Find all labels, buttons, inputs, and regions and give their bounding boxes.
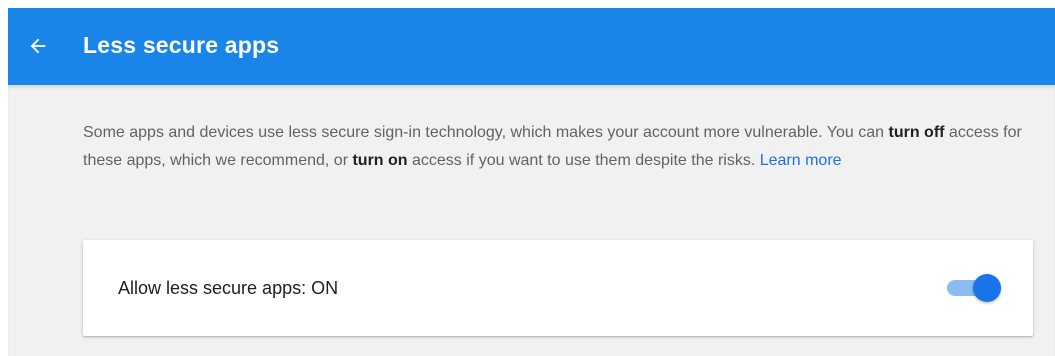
back-button[interactable] [22,30,54,62]
turn-on-emphasis: turn on [352,152,408,169]
description-part-3: access if you want to use them despite t… [407,152,760,169]
learn-more-link[interactable]: Learn more [760,152,842,169]
setting-card: Allow less secure apps: ON [83,240,1033,336]
allow-less-secure-apps-label: Allow less secure apps: ON [118,278,339,298]
description-text: Some apps and devices use less secure si… [83,119,1033,175]
description-part-1: Some apps and devices use less secure si… [83,124,889,141]
toggle-thumb [973,274,1001,302]
turn-off-emphasis: turn off [888,124,945,141]
app-bar: Less secure apps [8,8,1055,85]
allow-less-secure-apps-toggle[interactable] [947,274,1003,302]
less-secure-apps-page: Less secure apps Some apps and devices u… [0,0,1055,356]
main-content: Some apps and devices use less secure si… [8,85,1055,356]
page-title: Less secure apps [83,32,280,58]
arrow-left-icon [30,38,46,54]
